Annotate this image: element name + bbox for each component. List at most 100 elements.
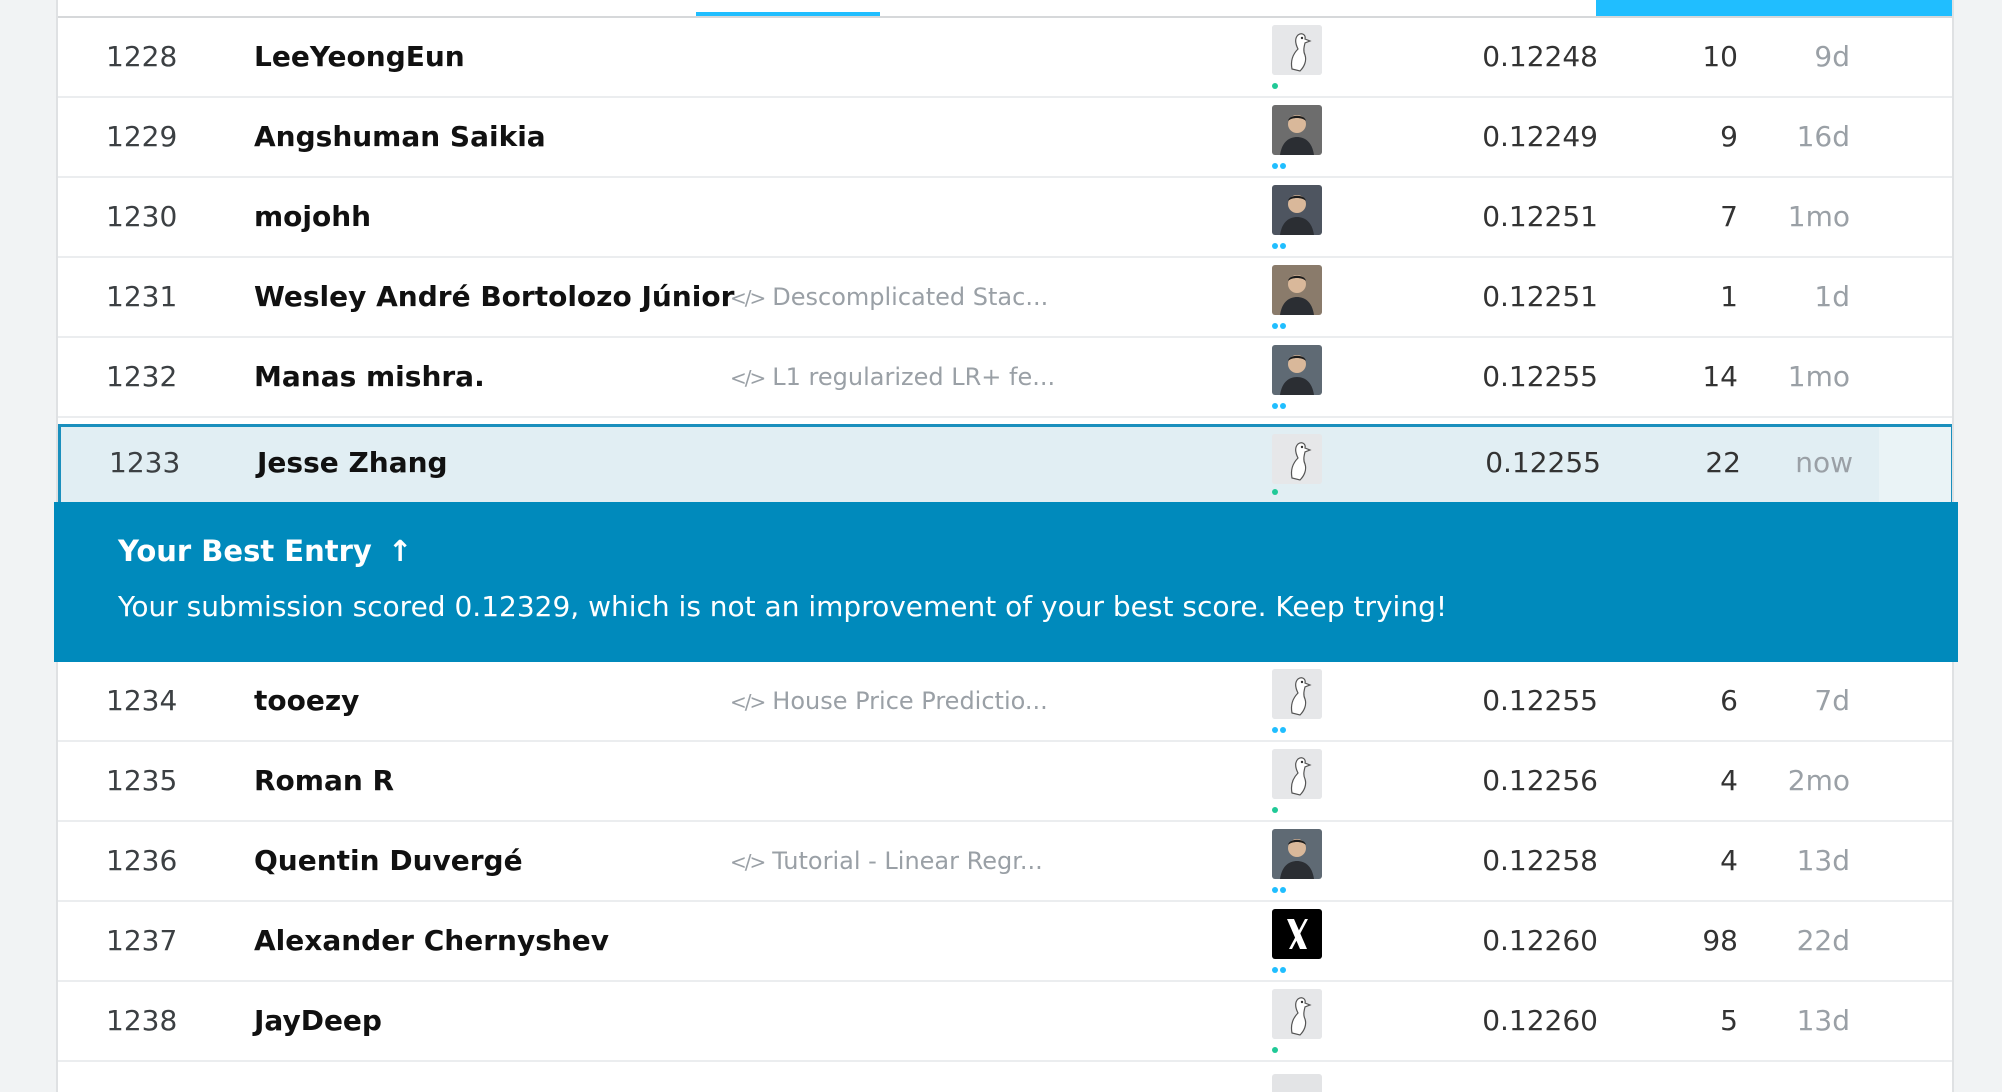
tier-badge (1272, 489, 1280, 495)
last-submission-cell: now (1795, 446, 1853, 479)
last-submission-cell: 7d (1814, 684, 1850, 717)
team-name-link[interactable]: tooezy (254, 662, 359, 740)
table-row[interactable]: 1238 JayDeep 0.12260 5 13d (58, 982, 1952, 1062)
table-row[interactable]: 1237 Alexander Chernyshev 0.12260 98 22d (58, 902, 1952, 982)
rank-cell: 1231 (106, 280, 178, 313)
arrow-up-icon[interactable]: ↑ (388, 534, 412, 568)
banner-message: Your submission scored 0.12329, which is… (118, 590, 1448, 623)
score-cell: 0.12260 (1482, 924, 1598, 957)
table-row[interactable]: 1234 tooezy </> House Price Predictio... 0.1… (58, 662, 1952, 742)
kernel-link[interactable]: </> Descomplicated Stac... (730, 258, 1048, 336)
kernel-title: House Price Predictio... (772, 687, 1048, 715)
rank-cell: 1233 (109, 446, 181, 479)
team-name-link[interactable]: LeeYeongEun (254, 18, 465, 96)
rank-cell: 1234 (106, 684, 178, 717)
entries-cell: 9 (1720, 120, 1738, 153)
kernel-title: Tutorial - Linear Regr... (772, 847, 1043, 875)
table-row[interactable]: 1231 Wesley André Bortolozo Júnior </> Desc… (58, 258, 1952, 338)
table-row[interactable]: 1236 Quentin Duvergé </> Tutorial - Linear … (58, 822, 1952, 902)
table-row[interactable]: 1232 Manas mishra. </> L1 regularized LR+ f… (58, 338, 1952, 418)
tier-badge (1272, 967, 1288, 973)
score-cell: 0.12249 (1482, 120, 1598, 153)
entries-cell: 1 (1720, 280, 1738, 313)
entries-cell: 22 (1705, 446, 1741, 479)
tier-badge (1272, 163, 1288, 169)
rank-cell: 1238 (106, 1004, 178, 1037)
rank-cell: 1230 (106, 200, 178, 233)
entries-cell: 14 (1702, 360, 1738, 393)
team-name-link[interactable]: Wesley André Bortolozo Júnior (254, 258, 734, 336)
kernel-link[interactable]: </> Tutorial - Linear Regr... (730, 822, 1043, 900)
tier-badge (1272, 403, 1288, 409)
last-submission-cell: 16d (1796, 120, 1850, 153)
avatar[interactable] (1272, 749, 1322, 799)
team-name-link[interactable]: Quentin Duvergé (254, 822, 523, 900)
score-cell: 0.12258 (1482, 844, 1598, 877)
entries-cell: 6 (1720, 684, 1738, 717)
rank-cell: 1228 (106, 40, 178, 73)
score-cell: 0.12255 (1482, 684, 1598, 717)
last-submission-cell: 13d (1796, 1004, 1850, 1037)
active-tab-indicator[interactable] (696, 12, 880, 16)
score-cell: 0.12255 (1485, 446, 1601, 479)
team-name-link[interactable]: mojohh (254, 178, 371, 256)
team-name-link[interactable]: Manas mishra. (254, 338, 485, 416)
best-entry-banner: Your Best Entry ↑ Your submission scored… (54, 502, 1958, 662)
team-name-link[interactable]: Roman R (254, 742, 394, 820)
score-cell: 0.12251 (1482, 200, 1598, 233)
code-icon: </> (730, 366, 766, 390)
entries-cell: 4 (1720, 764, 1738, 797)
last-submission-cell: 2mo (1787, 764, 1850, 797)
tier-badge (1272, 83, 1280, 89)
rank-cell: 1232 (106, 360, 178, 393)
tier-badge (1272, 807, 1280, 813)
entries-cell: 5 (1720, 1004, 1738, 1037)
tier-badge (1272, 1047, 1280, 1053)
last-submission-cell: 9d (1814, 40, 1850, 73)
avatar[interactable] (1272, 1074, 1322, 1092)
entries-cell: 4 (1720, 844, 1738, 877)
current-user-row[interactable]: 1233 Jesse Zhang 0.12255 22 now (58, 424, 1952, 504)
team-name-link[interactable]: Alexander Chernyshev (254, 902, 609, 980)
table-row[interactable]: 1230 mojohh 0.12251 7 1mo (58, 178, 1952, 258)
rank-cell: 1235 (106, 764, 178, 797)
avatar[interactable] (1272, 669, 1322, 719)
code-icon: </> (730, 690, 766, 714)
banner-title-text: Your Best Entry (118, 534, 372, 568)
avatar[interactable] (1272, 25, 1322, 75)
score-cell: 0.12255 (1482, 360, 1598, 393)
team-name-link[interactable]: JayDeep (254, 982, 382, 1060)
rank-cell: 1229 (106, 120, 178, 153)
avatar[interactable] (1272, 345, 1322, 395)
rank-cell: 1237 (106, 924, 178, 957)
table-row[interactable]: 1229 Angshuman Saikia 0.12249 9 16d (58, 98, 1952, 178)
code-icon: </> (730, 286, 766, 310)
avatar[interactable] (1272, 105, 1322, 155)
kernel-title: Descomplicated Stac... (772, 283, 1049, 311)
team-name-link[interactable]: Jesse Zhang (257, 424, 448, 502)
entries-cell: 98 (1702, 924, 1738, 957)
tier-badge (1272, 243, 1288, 249)
kernel-link[interactable]: </> House Price Predictio... (730, 662, 1048, 740)
table-row[interactable]: 1228 LeeYeongEun 0.12248 10 9d (58, 18, 1952, 98)
row-highlight-edge (1879, 427, 1951, 504)
avatar[interactable] (1272, 185, 1322, 235)
rank-cell: 1236 (106, 844, 178, 877)
last-submission-cell: 1d (1814, 280, 1850, 313)
x-logo-icon[interactable] (1272, 909, 1322, 959)
avatar[interactable] (1272, 829, 1322, 879)
score-cell: 0.12251 (1482, 280, 1598, 313)
avatar[interactable] (1272, 265, 1322, 315)
score-cell: 0.12260 (1482, 1004, 1598, 1037)
entries-cell: 7 (1720, 200, 1738, 233)
avatar[interactable] (1272, 989, 1322, 1039)
table-row[interactable]: 1235 Roman R 0.12256 4 2mo (58, 742, 1952, 822)
banner-title: Your Best Entry ↑ (118, 534, 412, 568)
avatar[interactable] (1272, 434, 1322, 484)
tier-badge (1272, 323, 1288, 329)
kernel-link[interactable]: </> L1 regularized LR+ fe... (730, 338, 1055, 416)
team-name-link[interactable]: Angshuman Saikia (254, 98, 546, 176)
last-submission-cell: 22d (1796, 924, 1850, 957)
header-action-button[interactable] (1596, 0, 1952, 16)
last-submission-cell: 1mo (1787, 360, 1850, 393)
